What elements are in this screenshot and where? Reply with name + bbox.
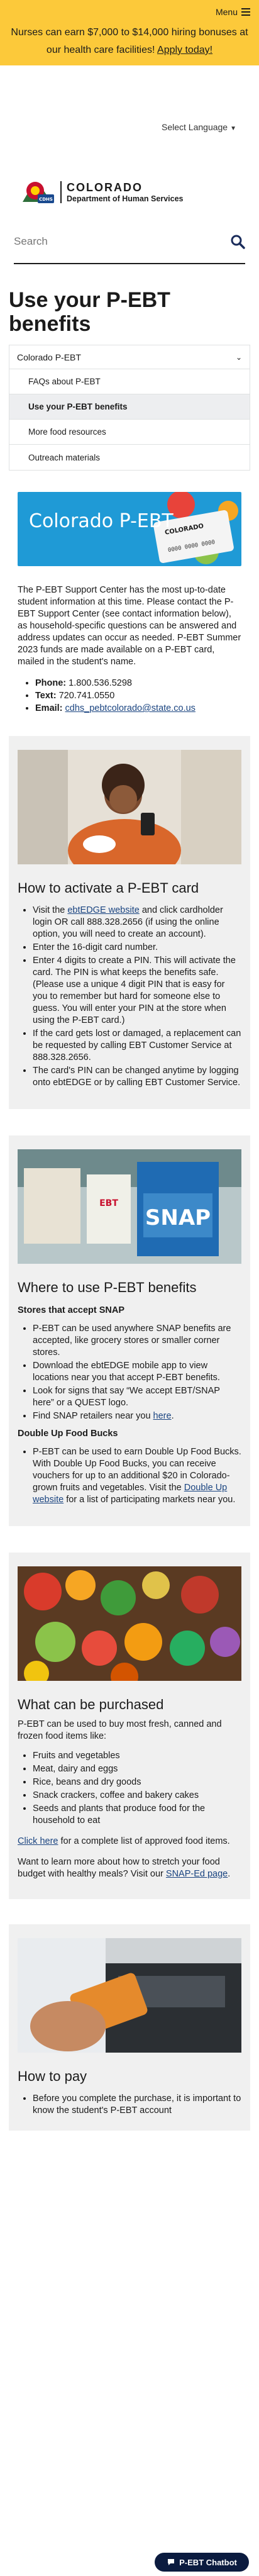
stores-item-3: Look for signs that say “We accept EBT/S… — [33, 1385, 241, 1409]
hamburger-icon — [241, 8, 250, 16]
search-icon[interactable] — [230, 234, 245, 249]
page-title: Use your P-EBT benefits — [9, 288, 170, 336]
activate-step-1: Visit the ebtEDGE website and click card… — [33, 905, 241, 940]
intro-section: COLORADO 0000 0000 0000 Colorado P-EBT T… — [0, 491, 259, 715]
chevron-down-icon: ▼ — [230, 125, 236, 132]
language-selector[interactable]: Select Language ▼ — [0, 65, 259, 164]
logo-wordmark: COLORADO Department of Human Services — [60, 181, 183, 203]
snap-store-sign-image: SNAP EBT — [18, 1149, 241, 1264]
purchase-item-1: Fruits and vegetables — [33, 1750, 241, 1762]
chat-bubble-icon — [168, 2559, 175, 2565]
purchase-list: Fruits and vegetables Meat, dairy and eg… — [33, 1750, 241, 1827]
activate-card-section: How to activate a P-EBT card Visit the e… — [9, 736, 250, 1109]
ebtedge-link[interactable]: ebtEDGE website — [67, 905, 139, 915]
activate-step-2: Enter the 16-digit card number. — [33, 942, 241, 954]
sidenav-toggle[interactable]: Colorado P-EBT ⌄ — [9, 345, 250, 369]
where-title: Where to use P-EBT benefits — [18, 1280, 197, 1295]
stores-item-2: Download the ebtEDGE mobile app to view … — [33, 1360, 241, 1384]
contact-list: Phone: 1.800.536.5298 Text: 720.741.0550… — [35, 677, 241, 715]
sidenav-item-outreach[interactable]: Outreach materials — [9, 445, 250, 470]
purchase-lead: P-EBT can be used to buy most fresh, can… — [18, 1719, 222, 1741]
purchase-section: What can be purchased P-EBT can be used … — [9, 1553, 250, 1899]
search-bar — [14, 220, 245, 264]
snap-ed-text: Want to learn more about how to stretch … — [18, 1857, 231, 1879]
colorado-c-logo-icon: CDHS — [23, 182, 54, 203]
purchase-item-5: Seeds and plants that produce food for t… — [33, 1803, 241, 1827]
activate-steps: Visit the ebtEDGE website and click card… — [33, 905, 241, 1089]
how-to-pay-section: How to pay Before you complete the purch… — [9, 1924, 250, 2131]
site-logo[interactable]: CDHS COLORADO Department of Human Servic… — [0, 164, 259, 220]
logo-department: Department of Human Services — [67, 194, 184, 203]
logo-state: COLORADO — [67, 181, 143, 194]
stores-item-4: Find SNAP retailers near you here. — [33, 1410, 241, 1422]
sidenav-item-faqs[interactable]: FAQs about P-EBT — [9, 369, 250, 394]
card-payment-image — [18, 1938, 241, 2053]
purchase-item-4: Snack crackers, coffee and bakery cakes — [33, 1790, 241, 1802]
activate-step-4: If the card gets lost or damaged, a repl… — [33, 1028, 241, 1064]
double-up-heading: Double Up Food Bucks — [18, 1429, 118, 1439]
purchase-title: What can be purchased — [18, 1697, 164, 1712]
menu-label: Menu — [215, 7, 238, 17]
activate-title: How to activate a P-EBT card — [18, 880, 199, 896]
double-up-list: P-EBT can be used to earn Double Up Food… — [33, 1446, 241, 1506]
pay-item-1: Before you complete the purchase, it is … — [33, 2093, 241, 2117]
sidenav-current: Colorado P-EBT — [17, 352, 81, 362]
stores-heading: Stores that accept SNAP — [18, 1305, 125, 1315]
stores-item-1: P-EBT can be used anywhere SNAP benefits… — [33, 1323, 241, 1359]
activate-step-5: The card's PIN can be changed anytime by… — [33, 1065, 241, 1089]
pay-title: How to pay — [18, 2068, 87, 2084]
language-label: Select Language — [162, 122, 228, 132]
stores-list: P-EBT can be used anywhere SNAP benefits… — [33, 1323, 241, 1422]
top-bar: Menu — [0, 0, 259, 24]
svg-text:EBT: EBT — [99, 1198, 118, 1208]
snap-retailers-link[interactable]: here — [153, 1411, 172, 1421]
approved-items-text: Click here for a complete list of approv… — [18, 1836, 230, 1846]
where-to-use-section: SNAP EBT Where to use P-EBT benefits Sto… — [9, 1135, 250, 1526]
chatbot-button[interactable]: P-EBT Chatbot — [155, 2553, 249, 2572]
banner-title: Colorado P-EBT — [29, 510, 174, 532]
intro-paragraph: The P-EBT Support Center has the most up… — [18, 585, 241, 667]
colorado-pebt-banner-image: COLORADO 0000 0000 0000 Colorado P-EBT — [18, 491, 241, 566]
contact-phone: Phone: 1.800.536.5298 — [35, 677, 241, 689]
chatbot-label: P-EBT Chatbot — [179, 2557, 237, 2567]
svg-text:CDHS: CDHS — [39, 197, 53, 202]
double-up-item: P-EBT can be used to earn Double Up Food… — [33, 1446, 241, 1506]
woman-with-phone-image — [18, 750, 241, 864]
fresh-produce-image — [18, 1566, 241, 1681]
chevron-down-icon: ⌄ — [235, 352, 242, 362]
pay-list: Before you complete the purchase, it is … — [33, 2093, 241, 2117]
alert-banner: Nurses can earn $7,000 to $14,000 hiring… — [0, 24, 259, 65]
purchase-item-3: Rice, beans and dry goods — [33, 1776, 241, 1788]
search-input[interactable] — [14, 235, 230, 248]
contact-email: Email: cdhs_pebtcolorado@state.co.us — [35, 702, 241, 715]
side-navigation: Colorado P-EBT ⌄ FAQs about P-EBT Use yo… — [9, 345, 250, 471]
sidenav-item-food-resources[interactable]: More food resources — [9, 420, 250, 445]
activate-step-3: Enter 4 digits to create a PIN. This wil… — [33, 955, 241, 1027]
menu-button[interactable]: Menu — [216, 7, 250, 17]
approved-items-link[interactable]: Click here — [18, 1836, 58, 1846]
snap-ed-link[interactable]: SNAP-Ed page — [166, 1869, 228, 1879]
purchase-item-2: Meat, dairy and eggs — [33, 1763, 241, 1775]
apply-today-link[interactable]: Apply today! — [157, 45, 212, 55]
sidenav-item-use-benefits[interactable]: Use your P-EBT benefits — [9, 394, 250, 420]
svg-text:SNAP: SNAP — [145, 1205, 211, 1230]
contact-text: Text: 720.741.0550 — [35, 689, 241, 702]
email-link[interactable]: cdhs_pebtcolorado@state.co.us — [65, 703, 196, 713]
